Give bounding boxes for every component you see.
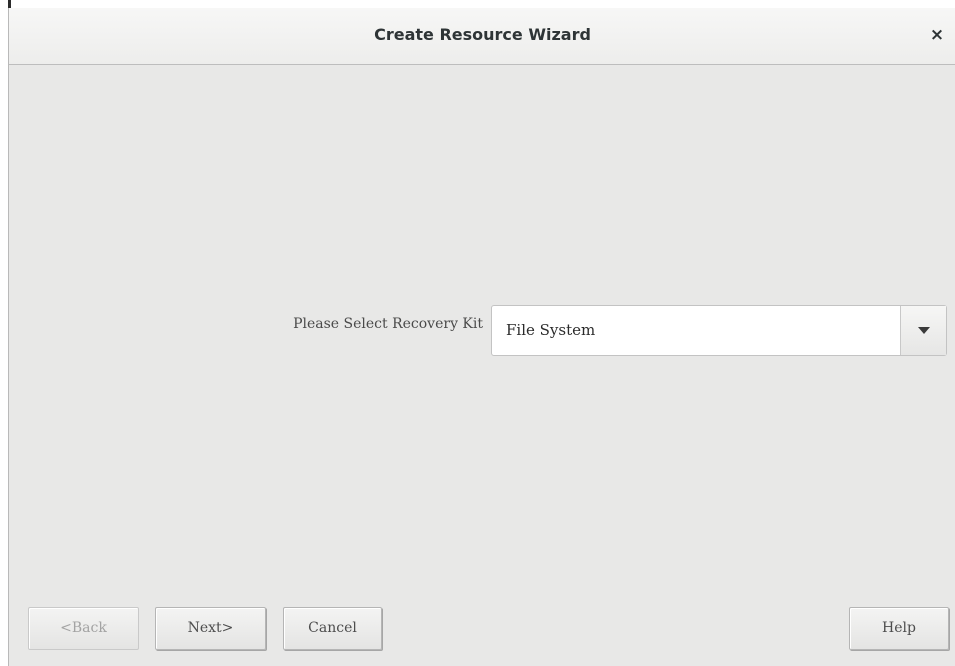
recovery-kit-selected-value: File System xyxy=(506,321,596,339)
help-button[interactable]: Help xyxy=(849,607,949,650)
chevron-down-icon xyxy=(917,327,930,334)
dialog-title: Create Resource Wizard xyxy=(374,25,591,44)
back-button[interactable]: <Back xyxy=(28,607,139,650)
close-icon[interactable]: × xyxy=(924,22,950,48)
dropdown-toggle-button[interactable] xyxy=(900,306,946,355)
recovery-kit-label: Please Select Recovery Kit xyxy=(293,316,483,332)
next-button[interactable]: Next> xyxy=(155,607,266,650)
wizard-dialog: Create Resource Wizard × Please Select R… xyxy=(8,8,955,666)
cancel-button[interactable]: Cancel xyxy=(283,607,382,650)
window-corner-marker xyxy=(8,0,11,8)
title-bar[interactable]: Create Resource Wizard × xyxy=(9,8,955,65)
recovery-kit-dropdown[interactable]: File System xyxy=(491,305,947,356)
